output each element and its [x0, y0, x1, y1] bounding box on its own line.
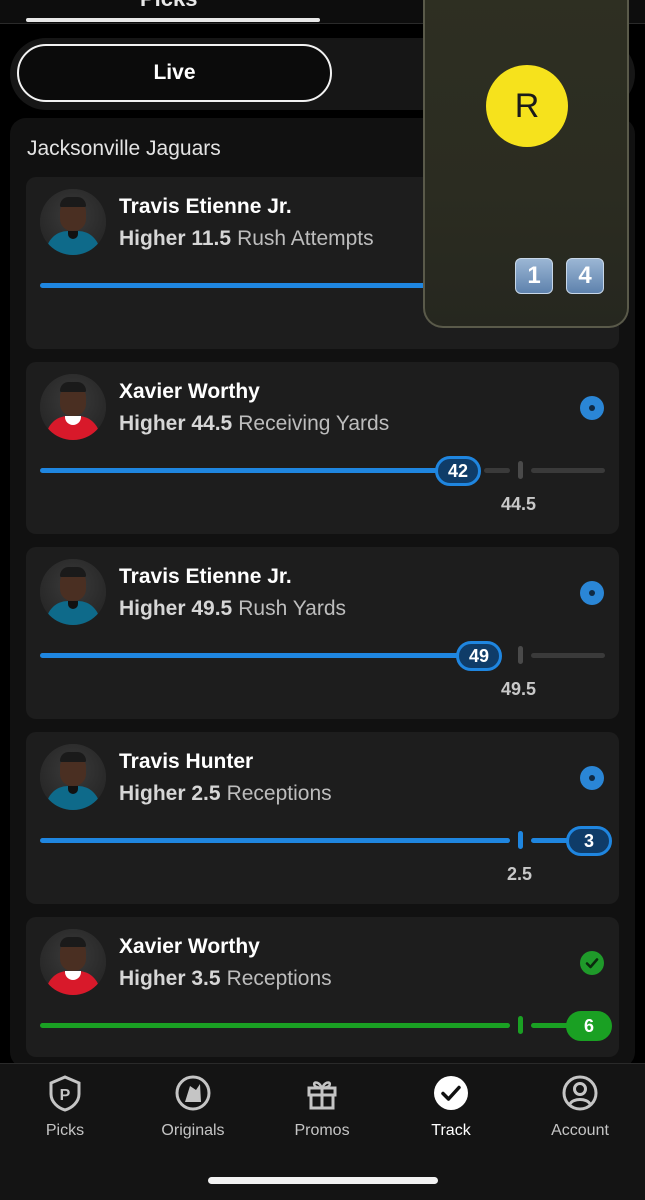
progress-bar — [531, 1023, 571, 1028]
keycap-1: 1 — [515, 258, 553, 294]
user-circle-icon — [562, 1075, 598, 1111]
line-marker — [518, 461, 523, 479]
gift-icon — [307, 1081, 337, 1110]
player-avatar — [40, 744, 106, 810]
line-value-label: 2.5 — [507, 864, 533, 884]
player-avatar — [40, 559, 106, 625]
nav-originals[interactable]: Originals — [138, 1074, 248, 1140]
player-avatar — [40, 374, 106, 440]
svg-text:P: P — [60, 1087, 71, 1104]
home-indicator[interactable] — [208, 1177, 438, 1184]
nav-track[interactable]: Track — [396, 1074, 506, 1140]
nav-promos[interactable]: Promos — [267, 1074, 377, 1140]
line-marker — [518, 831, 523, 849]
progress-bar — [40, 468, 460, 473]
nav-account[interactable]: Account — [525, 1074, 635, 1140]
r-badge[interactable]: R — [486, 65, 568, 147]
pick-line: Higher 11.5 Rush Attempts — [119, 227, 374, 250]
tab-picks[interactable]: Picks — [140, 0, 198, 12]
pick-card[interactable]: Xavier Worthy Higher 3.5 Receptions 6 — [26, 917, 619, 1057]
pick-line: Higher 2.5 Receptions — [119, 782, 332, 805]
progress-bar — [531, 838, 571, 843]
team-heading: Jacksonville Jaguars — [27, 137, 221, 160]
player-avatar — [40, 189, 106, 255]
picks-icon: P — [49, 1075, 81, 1112]
player-avatar — [40, 929, 106, 995]
current-value-pill: 49 — [456, 641, 503, 671]
floating-overlay[interactable]: R 1 4 — [423, 0, 629, 328]
line-marker — [518, 646, 523, 664]
live-status-icon — [580, 766, 604, 790]
pick-card[interactable]: Xavier Worthy Higher 44.5 Receiving Yards… — [26, 362, 619, 534]
current-value-pill: 3 — [566, 826, 612, 856]
progress-bar — [40, 838, 510, 843]
progress-bar — [40, 1023, 510, 1028]
tab-live[interactable]: Live — [17, 44, 332, 102]
live-status-icon — [580, 396, 604, 420]
line-marker — [518, 1016, 523, 1034]
player-name: Travis Etienne Jr. — [119, 195, 292, 218]
progress-track — [484, 468, 510, 473]
line-value-label: 49.5 — [501, 679, 537, 699]
player-name: Travis Etienne Jr. — [119, 565, 292, 588]
progress-track — [531, 653, 605, 658]
player-name: Xavier Worthy — [119, 935, 260, 958]
line-value-label: 44.5 — [501, 494, 537, 514]
pick-line: Higher 3.5 Receptions — [119, 967, 332, 990]
pick-line: Higher 44.5 Receiving Yards — [119, 412, 390, 435]
check-icon — [580, 951, 604, 975]
current-value-pill: 6 — [566, 1011, 612, 1041]
pick-card[interactable]: Travis Etienne Jr. Higher 49.5 Rush Yards… — [26, 547, 619, 719]
progress-bar — [40, 283, 440, 288]
pick-card[interactable]: Travis Hunter Higher 2.5 Receptions 3 2.5 — [26, 732, 619, 904]
check-circle-icon — [434, 1076, 468, 1110]
progress-track — [531, 468, 605, 473]
pick-line: Higher 49.5 Rush Yards — [119, 597, 347, 620]
originals-icon — [175, 1075, 211, 1111]
keycap-4: 4 — [566, 258, 604, 294]
current-value-pill: 42 — [435, 456, 482, 486]
progress-bar — [40, 653, 480, 658]
player-name: Xavier Worthy — [119, 380, 260, 403]
nav-picks[interactable]: P Picks — [10, 1074, 120, 1140]
live-status-icon — [580, 581, 604, 605]
tab-underline — [26, 18, 320, 22]
player-name: Travis Hunter — [119, 750, 254, 773]
